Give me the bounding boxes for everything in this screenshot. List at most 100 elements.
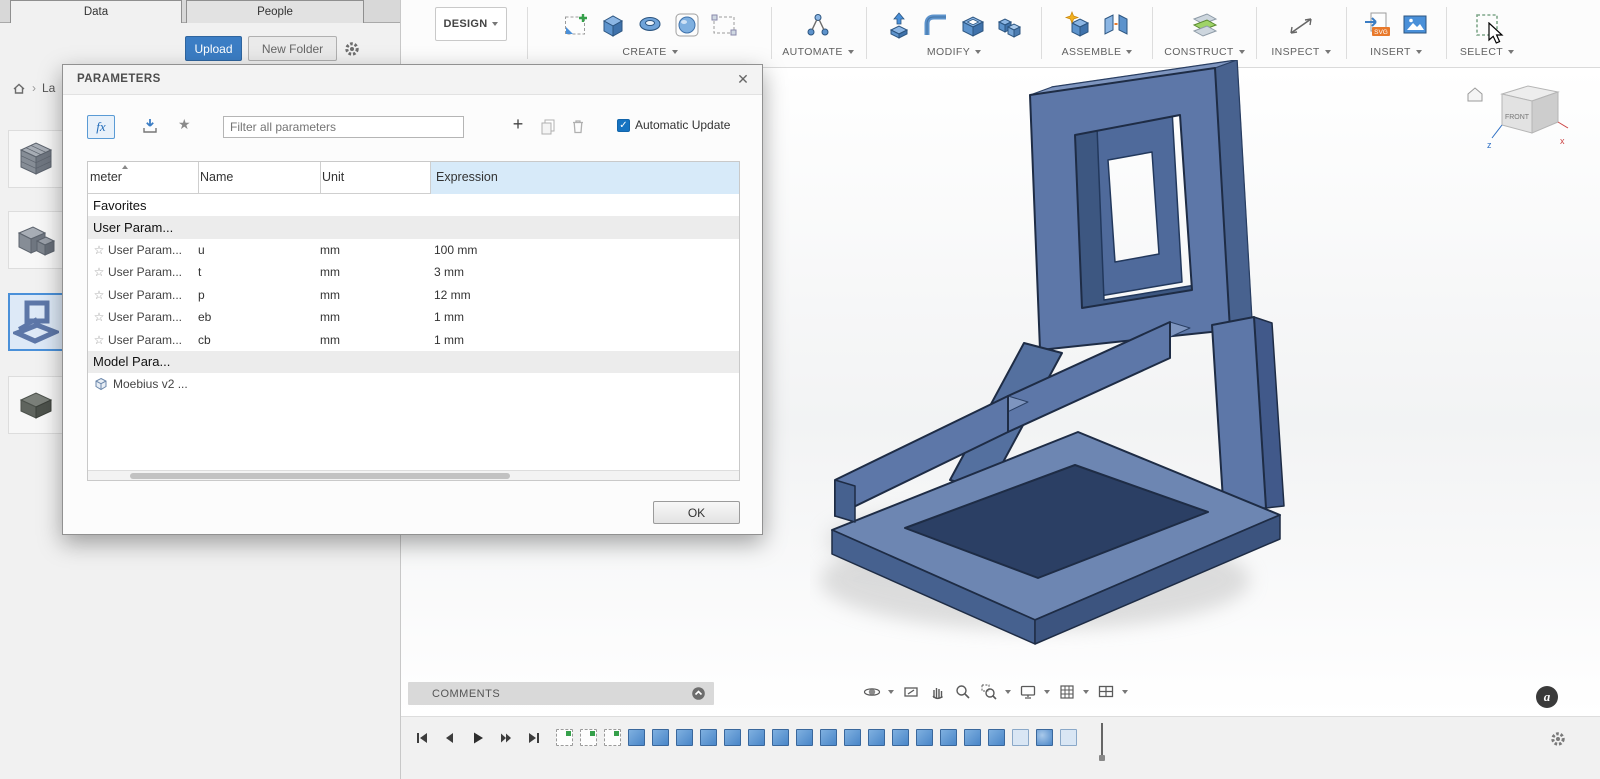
row-unit[interactable]: mm bbox=[320, 243, 430, 257]
step-forward-icon[interactable] bbox=[497, 729, 515, 747]
row-name[interactable]: u bbox=[198, 243, 320, 257]
row-expression[interactable]: 12 mm bbox=[430, 288, 739, 302]
create-form-icon[interactable] bbox=[670, 8, 704, 42]
parameter-row[interactable]: ☆User Param... t mm 3 mm bbox=[88, 261, 739, 283]
display-settings-icon[interactable] bbox=[1019, 683, 1050, 701]
viewports-icon[interactable] bbox=[1097, 683, 1128, 701]
row-expression[interactable]: 100 mm bbox=[430, 243, 739, 257]
pan-icon[interactable] bbox=[928, 683, 946, 701]
extrude-feature-icon[interactable] bbox=[820, 729, 837, 746]
grid-display-icon[interactable] bbox=[1058, 683, 1089, 701]
model-document-row[interactable]: Moebius v2 ... bbox=[88, 373, 739, 395]
extrude-feature-icon[interactable] bbox=[964, 729, 981, 746]
modify-dropdown[interactable]: MODIFY bbox=[868, 46, 1040, 58]
joint-icon[interactable] bbox=[1099, 8, 1133, 42]
favorite-star-icon[interactable]: ☆ bbox=[90, 265, 108, 279]
step-back-icon[interactable] bbox=[441, 729, 459, 747]
parameter-row[interactable]: ☆User Param... u mm 100 mm bbox=[88, 239, 739, 261]
sort-indicator-icon[interactable] bbox=[122, 165, 128, 169]
combine-icon[interactable] bbox=[993, 8, 1027, 42]
favorites-filter-star-icon[interactable]: ★ bbox=[178, 116, 191, 133]
extrude-feature-icon[interactable] bbox=[916, 729, 933, 746]
insert-canvas-icon[interactable] bbox=[1398, 8, 1432, 42]
sketch-feature-icon[interactable] bbox=[556, 729, 573, 746]
orbit-icon[interactable] bbox=[863, 683, 894, 701]
favorite-star-icon[interactable]: ☆ bbox=[90, 243, 108, 257]
data-settings-gear-icon[interactable] bbox=[343, 40, 361, 58]
extrude-feature-icon[interactable] bbox=[652, 729, 669, 746]
extrude-feature-icon[interactable] bbox=[940, 729, 957, 746]
project-thumbnail-4[interactable] bbox=[8, 376, 64, 434]
look-at-icon[interactable] bbox=[902, 683, 920, 701]
row-name[interactable]: t bbox=[198, 265, 320, 279]
extrude-feature-icon[interactable] bbox=[868, 729, 885, 746]
upload-button[interactable]: Upload bbox=[185, 36, 242, 61]
filter-parameters-input[interactable] bbox=[223, 116, 464, 138]
ok-button[interactable]: OK bbox=[653, 501, 740, 524]
project-thumbnail-1[interactable] bbox=[8, 130, 64, 188]
revolve-feature-icon[interactable] bbox=[1036, 729, 1053, 746]
extrude-feature-icon[interactable] bbox=[796, 729, 813, 746]
row-expression[interactable]: 3 mm bbox=[430, 265, 739, 279]
favorite-star-icon[interactable]: ☆ bbox=[90, 333, 108, 347]
row-name[interactable]: p bbox=[198, 288, 320, 302]
assistant-button[interactable]: a bbox=[1536, 686, 1558, 708]
extrude-feature-icon[interactable] bbox=[724, 729, 741, 746]
add-parameter-icon[interactable]: + bbox=[509, 114, 527, 135]
assemble-dropdown[interactable]: ASSEMBLE bbox=[1042, 46, 1152, 58]
measure-icon[interactable] bbox=[1284, 8, 1318, 42]
parameter-row[interactable]: ☆User Param... cb mm 1 mm bbox=[88, 328, 739, 350]
parameter-row[interactable]: ☆User Param... p mm 12 mm bbox=[88, 284, 739, 306]
create-box-icon[interactable] bbox=[596, 8, 630, 42]
construct-plane-icon[interactable] bbox=[1188, 8, 1222, 42]
press-pull-icon[interactable] bbox=[882, 8, 916, 42]
timeline-gear-icon[interactable] bbox=[1549, 730, 1567, 748]
row-name[interactable]: cb bbox=[198, 333, 320, 347]
extrude-feature-icon[interactable] bbox=[844, 729, 861, 746]
row-unit[interactable]: mm bbox=[320, 288, 430, 302]
project-thumbnail-2[interactable] bbox=[8, 211, 64, 269]
column-header-parameter[interactable]: meter bbox=[90, 170, 122, 184]
horizontal-scrollbar[interactable] bbox=[88, 470, 739, 480]
fx-parameter-button[interactable]: fx bbox=[87, 115, 115, 139]
view-cube[interactable]: FRONT z x bbox=[1462, 78, 1572, 166]
timeline-playhead[interactable] bbox=[1101, 723, 1103, 755]
automate-icon[interactable] bbox=[801, 8, 835, 42]
sketch-feature-icon[interactable] bbox=[580, 729, 597, 746]
new-component-icon[interactable] bbox=[1062, 8, 1096, 42]
import-parameter-icon[interactable] bbox=[141, 117, 159, 135]
row-unit[interactable]: mm bbox=[320, 310, 430, 324]
row-expression[interactable]: 1 mm bbox=[430, 333, 739, 347]
insert-dropdown[interactable]: INSERT bbox=[1347, 46, 1445, 58]
extrude-feature-icon[interactable] bbox=[700, 729, 717, 746]
fit-icon[interactable] bbox=[980, 683, 1011, 701]
go-to-end-icon[interactable] bbox=[525, 729, 543, 747]
automatic-update-checkbox[interactable]: ✓ Automatic Update bbox=[617, 118, 730, 132]
column-header-name[interactable]: Name bbox=[200, 170, 233, 184]
shell-icon[interactable] bbox=[956, 8, 990, 42]
favorite-star-icon[interactable]: ☆ bbox=[90, 310, 108, 324]
group-row-favorites[interactable]: Favorites bbox=[88, 194, 739, 216]
create-dropdown[interactable]: CREATE bbox=[530, 46, 770, 58]
column-header-expression[interactable]: Expression bbox=[436, 170, 498, 184]
row-expression[interactable]: 1 mm bbox=[430, 310, 739, 324]
sketch-feature-icon[interactable] bbox=[604, 729, 621, 746]
extrude-feature-icon[interactable] bbox=[676, 729, 693, 746]
group-row-user-parameters[interactable]: User Param... bbox=[88, 216, 739, 238]
go-to-start-icon[interactable] bbox=[413, 729, 431, 747]
row-unit[interactable]: mm bbox=[320, 265, 430, 279]
home-icon[interactable] bbox=[12, 81, 26, 95]
create-base-feature-icon[interactable] bbox=[707, 8, 741, 42]
duplicate-parameter-icon[interactable] bbox=[539, 117, 557, 135]
tab-data[interactable]: Data bbox=[10, 0, 182, 23]
inspect-dropdown[interactable]: INSPECT bbox=[1257, 46, 1345, 58]
project-thumbnail-3-selected[interactable] bbox=[8, 293, 64, 351]
extrude-feature-icon[interactable] bbox=[628, 729, 645, 746]
create-torus-icon[interactable] bbox=[633, 8, 667, 42]
parameter-row[interactable]: ☆User Param... eb mm 1 mm bbox=[88, 306, 739, 328]
dialog-header[interactable]: PARAMETERS ✕ bbox=[63, 65, 762, 95]
chamfer-feature-icon[interactable] bbox=[1060, 729, 1077, 746]
group-row-model-parameters[interactable]: Model Para... bbox=[88, 351, 739, 373]
tab-people[interactable]: People bbox=[186, 0, 364, 23]
insert-svg-icon[interactable]: SVG bbox=[1361, 8, 1395, 42]
